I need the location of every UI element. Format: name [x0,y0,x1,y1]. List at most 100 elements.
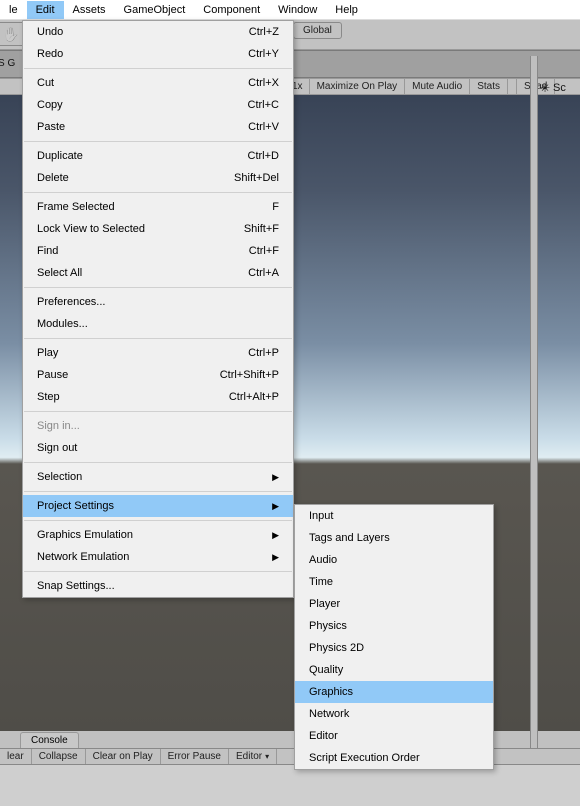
submenu-item-label: Graphics [309,686,353,698]
submenu-item-label: Physics [309,620,347,632]
menu-item-redo[interactable]: RedoCtrl+Y [23,43,293,65]
separator [24,338,292,339]
submenu-item-script-execution-order[interactable]: Script Execution Order [295,747,493,769]
submenu-item-tags-and-layers[interactable]: Tags and Layers [295,527,493,549]
menu-item-label: Project Settings [37,500,114,512]
menu-item-sign-in: Sign in... [23,415,293,437]
submenu-item-audio[interactable]: Audio [295,549,493,571]
menu-item-label: Modules... [37,318,88,330]
vertical-splitter[interactable] [530,56,538,806]
menu-item-label: Sign out [37,442,77,454]
submenu-item-input[interactable]: Input [295,505,493,527]
menu-file-partial[interactable]: le [0,1,27,19]
shortcut-label: Ctrl+A [218,267,279,279]
menu-item-copy[interactable]: CopyCtrl+C [23,94,293,116]
left-panel-label-1: S G [0,58,15,69]
menu-item-select-all[interactable]: Select All Ctrl+A [23,262,293,284]
submenu-item-physics-2d[interactable]: Physics 2D [295,637,493,659]
separator [24,571,292,572]
menu-item-lock-view-to-selected[interactable]: Lock View to Selected Shift+F [23,218,293,240]
menu-help[interactable]: Help [326,1,367,19]
menu-item-label: Cut [37,77,54,89]
scene-viewport[interactable] [538,95,580,731]
shortcut-label: Ctrl+D [218,150,279,162]
menu-item-frame-selected[interactable]: Frame Selected F [23,196,293,218]
submenu-item-network[interactable]: Network [295,703,493,725]
submenu-item-label: Script Execution Order [309,752,420,764]
menu-item-label: Select All [37,267,82,279]
submenu-item-editor[interactable]: Editor [295,725,493,747]
submenu-item-label: Quality [309,664,343,676]
submenu-item-label: Player [309,598,340,610]
menu-item-paste[interactable]: Paste Ctrl+V [23,116,293,138]
submenu-item-label: Audio [309,554,337,566]
scene-tab-label: Sc [553,82,566,94]
console-tab[interactable]: Console [20,732,79,748]
menu-item-find[interactable]: FindCtrl+F [23,240,293,262]
menu-item-network-emulation[interactable]: Network Emulation ▶ [23,546,293,568]
menu-item-cut[interactable]: CutCtrl+X [23,72,293,94]
shortcut-label: Ctrl+V [218,121,279,133]
menu-item-label: Snap Settings... [37,580,115,592]
menu-item-duplicate[interactable]: DuplicateCtrl+D [23,145,293,167]
stats-toggle[interactable]: Stats [470,79,508,94]
menu-item-preferences[interactable]: Preferences... [23,291,293,313]
menu-item-label: Pause [37,369,68,381]
submenu-item-physics[interactable]: Physics [295,615,493,637]
scene-tab[interactable]: ✳ Sc [540,82,566,94]
submenu-item-time[interactable]: Time [295,571,493,593]
menu-item-label: Lock View to Selected [37,223,145,235]
shortcut-label: Shift+F [214,223,279,235]
mute-audio-toggle[interactable]: Mute Audio [405,79,470,94]
menu-item-modules[interactable]: Modules... [23,313,293,335]
separator [24,491,292,492]
separator [24,411,292,412]
menu-edit[interactable]: Edit [27,1,64,19]
shortcut-label: Shift+Del [204,172,279,184]
menu-window[interactable]: Window [269,1,326,19]
separator [24,68,292,69]
menu-item-label: Undo [37,26,63,38]
menu-component[interactable]: Component [194,1,269,19]
console-error-pause-toggle[interactable]: Error Pause [161,749,229,764]
console-clear-on-play-toggle[interactable]: Clear on Play [86,749,161,764]
console-collapse-toggle[interactable]: Collapse [32,749,86,764]
submenu-item-label: Physics 2D [309,642,364,654]
menu-item-label: Frame Selected [37,201,115,213]
menu-item-selection[interactable]: Selection▶ [23,466,293,488]
menu-item-step[interactable]: StepCtrl+Alt+P [23,386,293,408]
menu-item-undo[interactable]: UndoCtrl+Z [23,21,293,43]
menu-gameobject[interactable]: GameObject [115,1,195,19]
submenu-arrow-icon: ▶ [242,552,279,563]
menu-assets[interactable]: Assets [64,1,115,19]
submenu-arrow-icon: ▶ [242,530,279,541]
shortcut-label: Ctrl+Alt+P [199,391,279,403]
menu-item-label: Paste [37,121,65,133]
menu-item-label: Play [37,347,58,359]
project-settings-submenu: Input Tags and Layers Audio Time Player Physi… [294,504,494,770]
menu-item-delete[interactable]: DeleteShift+Del [23,167,293,189]
hand-tool-button[interactable]: ✋ [0,22,24,46]
maximize-on-play-toggle[interactable]: Maximize On Play [310,79,406,94]
submenu-item-player[interactable]: Player [295,593,493,615]
menu-item-label: Preferences... [37,296,105,308]
menubar: le Edit Assets GameObject Component Wind… [0,0,580,20]
shortcut-label: Ctrl+F [219,245,279,257]
menu-item-play[interactable]: PlayCtrl+P [23,342,293,364]
shortcut-label: F [242,201,279,213]
menu-item-snap-settings[interactable]: Snap Settings... [23,575,293,597]
transform-global-button[interactable]: Global [293,22,342,39]
console-editor-dropdown[interactable]: Editor [229,749,277,764]
console-body[interactable] [0,765,580,806]
menu-item-pause[interactable]: PauseCtrl+Shift+P [23,364,293,386]
submenu-item-quality[interactable]: Quality [295,659,493,681]
menu-item-graphics-emulation[interactable]: Graphics Emulation▶ [23,524,293,546]
menu-item-project-settings[interactable]: Project Settings▶ [23,495,293,517]
console-clear-button[interactable]: lear [0,749,32,764]
submenu-item-label: Input [309,510,333,522]
submenu-item-graphics[interactable]: Graphics [295,681,493,703]
hand-icon: ✋ [2,26,19,43]
menu-item-label: Network Emulation [37,551,129,563]
menu-item-sign-out[interactable]: Sign out [23,437,293,459]
separator [24,192,292,193]
